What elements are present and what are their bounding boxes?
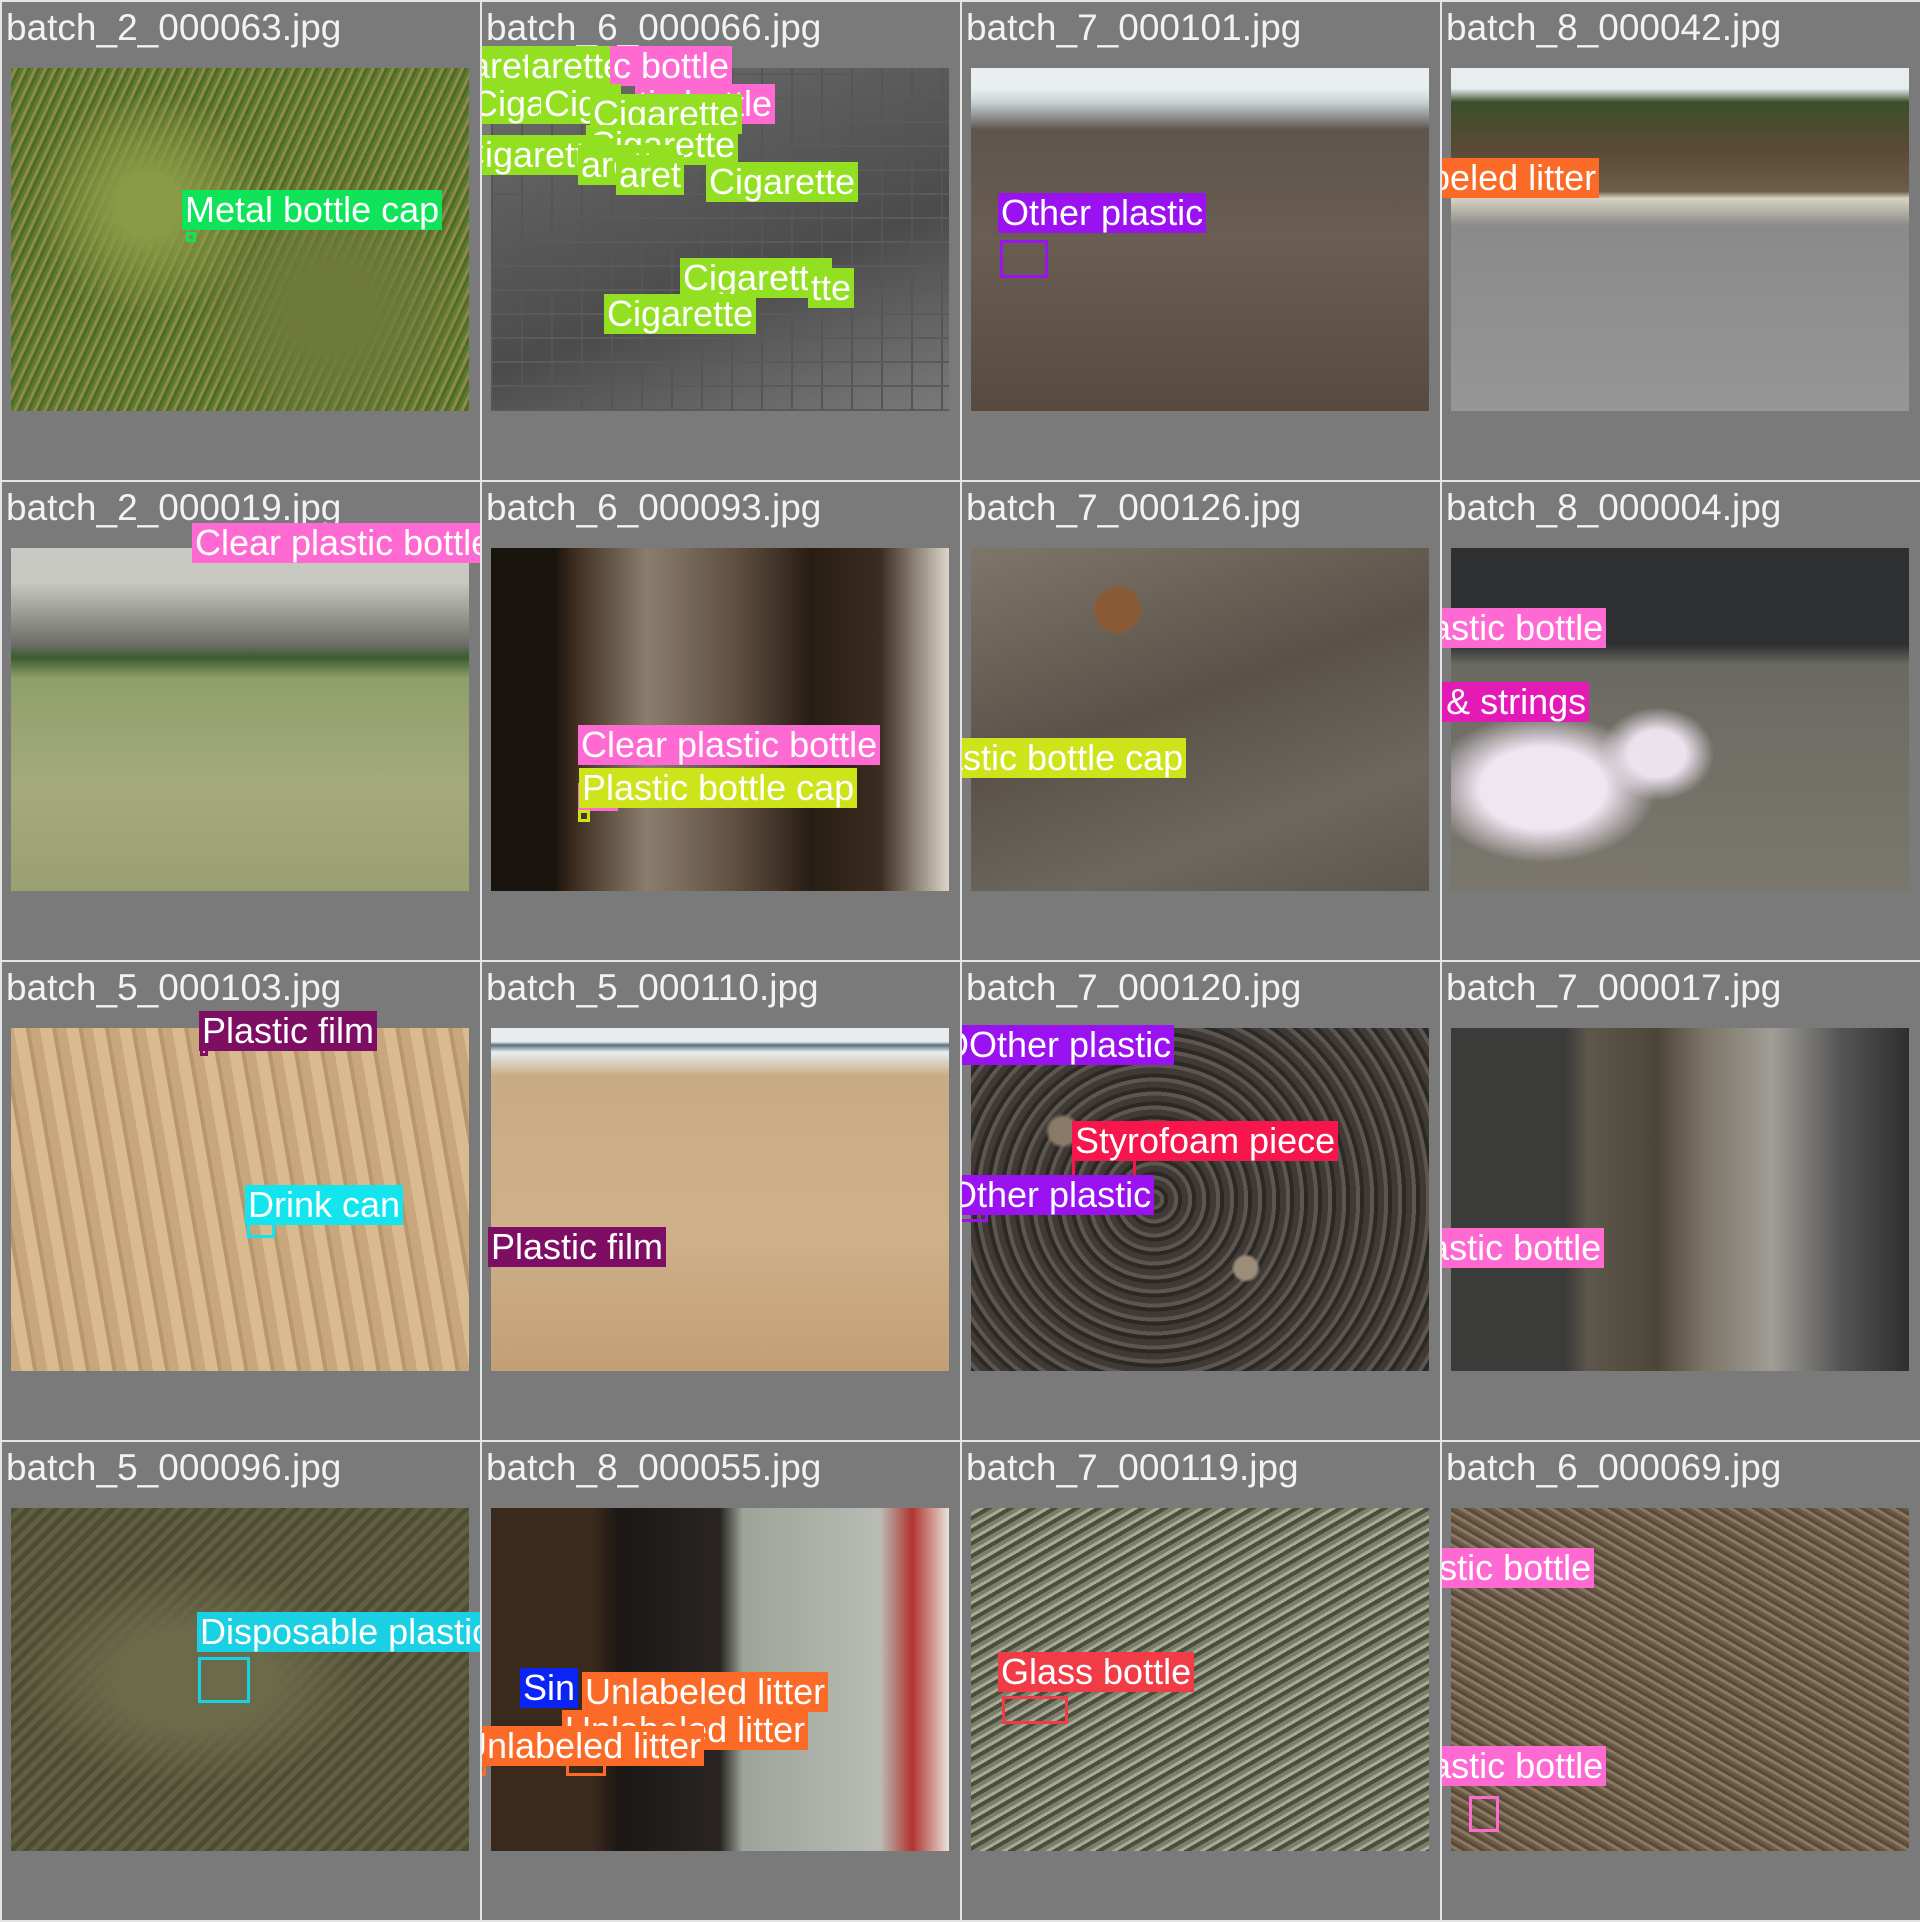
photo-grass <box>11 68 469 411</box>
image-tile: batch_5_000110.jpg Plastic film <box>482 962 960 1440</box>
photo-doorway <box>491 548 949 891</box>
image-tile: batch_7_000017.jpg Clear plastic bottle <box>1442 962 1920 1440</box>
image-tile: batch_8_000004.jpg Clear plastic bottle Ro… <box>1442 482 1920 960</box>
bbox-label-disposable-plastic-cup: Disposable plastic cup <box>197 1612 480 1652</box>
image-tile: batch_8_000042.jpgCleOtherUnlabeled litt… <box>1442 2 1920 480</box>
tile-filename: batch_5_000110.jpg <box>486 967 819 1008</box>
bbox-label-other-plastic: Other plastic <box>998 193 1207 233</box>
bbox-label-drink-can: Drink can <box>245 1185 404 1225</box>
tile-filename: batch_6_000066.jpg <box>486 7 822 48</box>
photo-driftwood <box>971 548 1429 891</box>
bbox-clear-plastic-bottle <box>1469 1796 1499 1832</box>
bbox-label-glass-bottle: Glass bottle <box>998 1652 1195 1692</box>
mosaic-grid: batch_2_000063.jpg Metal bottle cap batch_… <box>0 0 1920 1922</box>
tile-filename: batch_2_000063.jpg <box>6 7 342 48</box>
bbox-plastic-bottle-cap <box>578 810 590 822</box>
image-tile: batch_7_000126.jpg Plastic bottle cap <box>962 482 1440 960</box>
bbox-label-metal-bottle-cap: Metal bottle cap <box>182 190 443 230</box>
tile-filename: batch_6_000069.jpg <box>1446 1447 1782 1488</box>
bbox-label-clear-plastic-bottle: Clear plastic bottle <box>192 523 480 563</box>
tile-filename: batch_5_000103.jpg <box>6 967 342 1008</box>
bbox-label-single-use-bag: Sin <box>520 1668 579 1708</box>
photo-lawn-building <box>11 548 469 891</box>
bbox-label-styrofoam-piece: Styrofoam piece <box>1072 1121 1339 1161</box>
image-tile: batch_7_000119.jpg Glass bottle <box>962 1442 1440 1920</box>
bbox-label-cigarette: Ciga <box>482 84 550 124</box>
bbox-label-other-plastic: Other plastic <box>962 1175 1155 1215</box>
bbox-label-plastic-bottle-cap: Plastic bottle cap <box>579 768 858 808</box>
bbox-label-cigarette: aret <box>616 155 685 195</box>
bbox-label-unlabeled-litter: Unlabeled litter <box>482 1726 705 1766</box>
image-tile: batch_7_000101.jpg Other plastic <box>962 2 1440 480</box>
bbox-label-cigarette: tte <box>808 268 855 308</box>
tile-filename: batch_8_000042.jpg <box>1446 7 1782 48</box>
image-tile: batch_2_000063.jpg Metal bottle cap <box>2 2 480 480</box>
image-tile: batch_7_000120.jpg OOther plastic Styrofoa… <box>962 962 1440 1440</box>
tile-filename: batch_7_000017.jpg <box>1446 967 1782 1008</box>
image-tile: batch_5_000096.jpg Disposable plastic cup <box>2 1442 480 1920</box>
image-tile: batch_6_000093.jpg Clear plastic bottle Pl… <box>482 482 960 960</box>
bbox-label-plastic-film: Plastic film <box>199 1011 378 1051</box>
image-tile: batch_6_000069.jpg Clear plastic bottle Cl… <box>1442 1442 1920 1920</box>
bbox-label-clear-plastic-bottle: Clear plastic bottle <box>1442 1548 1595 1588</box>
photo-beach <box>491 1028 949 1371</box>
image-tile: batch_2_000019.jpg Clear plastic bottle <box>2 482 480 960</box>
tile-filename: batch_7_000101.jpg <box>966 7 1302 48</box>
bbox-label-rope-strings: Rope & strings <box>1442 682 1590 722</box>
bbox-metal-bottle-cap <box>186 232 196 242</box>
bbox-label-clear-plastic-bottle: c bottle <box>610 46 733 86</box>
tile-filename: batch_7_000120.jpg <box>966 967 1302 1008</box>
image-tile: batch_8_000055.jpgSinr bagUnlabeled litt… <box>482 1442 960 1920</box>
bbox-label-cigarette: Cigarette <box>706 162 859 202</box>
tile-filename: batch_7_000119.jpg <box>966 1447 1299 1488</box>
bbox-disposable-plastic-cup <box>198 1657 250 1703</box>
bbox-label-other-plastic: OOther plastic <box>962 1025 1175 1065</box>
bbox-other-plastic <box>1000 240 1048 278</box>
bbox-label-plastic-film: Plastic film <box>488 1227 667 1267</box>
bbox-label-unlabeled-litter: Unlabeled litter <box>582 1672 829 1712</box>
image-tile: batch_6_000066.jpgCigarettearettec bottl… <box>482 2 960 480</box>
bbox-label-clear-plastic-bottle: Clear plastic bottle <box>1442 1746 1607 1786</box>
tile-filename: batch_8_000004.jpg <box>1446 487 1782 528</box>
tile-filename: batch_5_000096.jpg <box>6 1447 342 1488</box>
tile-filename: batch_8_000055.jpg <box>486 1447 822 1488</box>
bbox-label-cigarette: Cigarette <box>604 294 757 334</box>
bbox-glass-bottle <box>1002 1696 1068 1724</box>
bbox-label-clear-plastic-bottle: Clear plastic bottle <box>578 725 881 765</box>
tile-filename: batch_7_000126.jpg <box>966 487 1302 528</box>
bbox-label-unlabeled-litter: Unlabeled litter <box>1442 158 1600 198</box>
photo-road-shrubs <box>1451 68 1909 411</box>
bbox-label-clear-plastic-bottle: Clear plastic bottle <box>1442 608 1607 648</box>
bbox-label-clear-plastic-bottle: Clear plastic bottle <box>1442 1228 1605 1268</box>
photo-tree-curb <box>1451 1028 1909 1371</box>
tile-filename: batch_6_000093.jpg <box>486 487 822 528</box>
bbox-label-plastic-bottle-cap: Plastic bottle cap <box>962 738 1187 778</box>
image-tile: batch_5_000103.jpg Plastic film Drink can <box>2 962 480 1440</box>
